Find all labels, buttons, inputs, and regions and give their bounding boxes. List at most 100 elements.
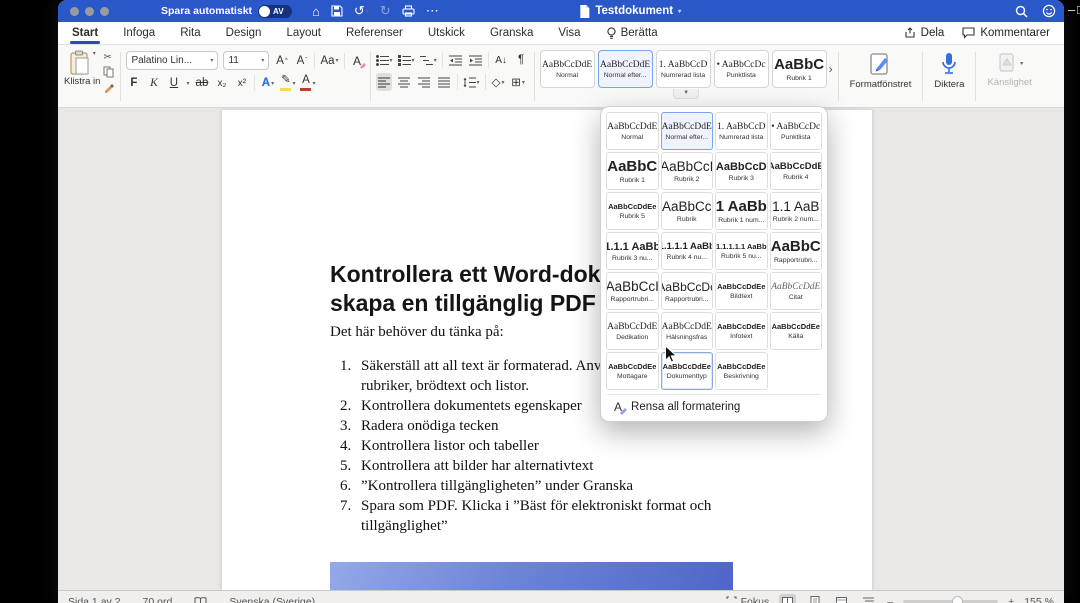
text-effects-button[interactable]: A▾ <box>260 74 275 92</box>
tab-granska[interactable]: Granska <box>490 22 533 44</box>
align-center-button[interactable] <box>397 73 412 91</box>
copy-button[interactable] <box>103 66 114 78</box>
cut-button[interactable]: ✂ <box>103 52 115 63</box>
panel-style-rubrik-4[interactable]: AaBbCcDdERubrik 4 <box>770 152 823 190</box>
view-outline-button[interactable] <box>860 594 877 603</box>
italic-button[interactable]: K <box>146 74 161 92</box>
gallery-style-numrerad-lista[interactable]: 1. AaBbCcDNumrerad lista <box>656 50 711 88</box>
comments-button[interactable]: Kommentarer <box>962 27 1050 39</box>
font-size-select[interactable]: 11▾ <box>223 51 269 70</box>
page-indicator[interactable]: Sida 1 av 2 <box>68 596 121 603</box>
search-icon[interactable] <box>1015 5 1028 18</box>
undo-button[interactable]: ↺▾ <box>354 3 369 19</box>
line-spacing-button[interactable]: ▾ <box>463 73 480 91</box>
proofing-button[interactable] <box>194 597 207 603</box>
tab-infoga[interactable]: Infoga <box>123 22 155 44</box>
zoom-slider-knob[interactable] <box>952 596 963 603</box>
align-left-button[interactable] <box>376 73 392 91</box>
panel-style-rubrik-1-num[interactable]: 1 AaBbRubrik 1 num... <box>715 192 768 230</box>
shading-button[interactable]: ◇▾ <box>491 73 506 91</box>
view-web-layout-button[interactable] <box>833 594 850 603</box>
panel-style-punktlista[interactable]: • AaBbCcDcPunktlista <box>770 112 823 150</box>
panel-style-numrerad-lista[interactable]: 1. AaBbCcDNumrerad lista <box>715 112 768 150</box>
format-pane-button[interactable]: Formatfönstret <box>844 48 918 105</box>
shrink-font-button[interactable]: Aˇ <box>294 52 309 70</box>
dictate-button[interactable]: Diktera <box>928 48 970 105</box>
panel-style-rubrik-5-nu[interactable]: 1.1.1.1.1 AaBbRubrik 5 nu... <box>715 232 768 270</box>
tab-rita[interactable]: Rita <box>180 22 200 44</box>
show-paragraph-marks-button[interactable]: ¶ <box>514 51 529 69</box>
view-reading-button[interactable] <box>779 594 796 603</box>
decrease-indent-button[interactable] <box>448 51 463 69</box>
more-commands-button[interactable]: ⋯ <box>426 3 439 19</box>
focus-button[interactable]: Fokus <box>726 596 770 603</box>
language-button[interactable]: Svenska (Sverige) <box>229 596 315 603</box>
zoom-in-button[interactable]: + <box>1008 596 1014 603</box>
numbered-list-button[interactable]: ▾ <box>398 51 415 69</box>
panel-style-rubrik-4-nu[interactable]: 1.1.1.1 AaBbRubrik 4 nu... <box>661 232 714 270</box>
tab-referenser[interactable]: Referenser <box>346 22 403 44</box>
panel-style-normal-efter[interactable]: AaBbCcDdENormal efter... <box>661 112 714 150</box>
sensitivity-button[interactable]: ▾ Känslighet <box>981 48 1037 105</box>
tab-start[interactable]: Start <box>72 22 98 44</box>
font-name-select[interactable]: Palatino Lin...▾ <box>126 51 218 70</box>
word-count[interactable]: 70 ord <box>143 596 173 603</box>
zoom-level[interactable]: 155 % <box>1024 596 1054 603</box>
panel-style-dedikation[interactable]: AaBbCcDdEDedikation <box>606 312 659 350</box>
bold-button[interactable]: F <box>126 74 141 92</box>
minimize-button[interactable] <box>85 7 94 16</box>
panel-style-rubrik-2-num[interactable]: 1.1 AaBRubrik 2 num... <box>770 192 823 230</box>
tab-visa[interactable]: Visa <box>558 22 580 44</box>
print-button[interactable] <box>402 5 415 17</box>
close-button[interactable] <box>70 7 79 16</box>
gallery-scroll-button[interactable]: › <box>829 62 833 76</box>
tab-utskick[interactable]: Utskick <box>428 22 465 44</box>
gallery-style-normal[interactable]: AaBbCcDdENormal <box>540 50 595 88</box>
panel-style-rapportrubri[interactable]: AaBbCcDcRapportrubri... <box>661 272 714 310</box>
panel-style-rapportrubri[interactable]: AaBbCcIRapportrubri... <box>606 272 659 310</box>
panel-style-infotext[interactable]: AaBbCcDdEeInfotext <box>715 312 768 350</box>
panel-style-bildtext[interactable]: AaBbCcDdEeBildtext <box>715 272 768 310</box>
format-painter-button[interactable] <box>103 81 115 93</box>
strikethrough-button[interactable]: ab <box>194 74 209 92</box>
panel-style-rubrik[interactable]: AaBbCcRubrik <box>661 192 714 230</box>
feedback-smiley-icon[interactable] <box>1042 4 1056 18</box>
panel-style-rapportrubri[interactable]: AaBbCRapportrubri... <box>770 232 823 270</box>
highlight-button[interactable]: ✎▾ <box>280 74 295 92</box>
panel-style-mottagare[interactable]: AaBbCcDdEeMottagare <box>606 352 659 390</box>
panel-style-rubrik-2[interactable]: AaBbCcIRubrik 2 <box>661 152 714 190</box>
clear-formatting-button[interactable]: A <box>350 52 365 70</box>
increase-indent-button[interactable] <box>468 51 483 69</box>
gallery-style-normal-efter[interactable]: AaBbCcDdENormal efter... <box>598 50 653 88</box>
panel-style-citat[interactable]: AaBbCcDdECitat <box>770 272 823 310</box>
tab-layout[interactable]: Layout <box>286 22 321 44</box>
align-right-button[interactable] <box>417 73 432 91</box>
tab-berätta[interactable]: Berätta <box>606 22 658 44</box>
multilevel-list-button[interactable]: ▾ <box>420 51 437 69</box>
underline-button[interactable]: U <box>166 74 181 92</box>
superscript-button[interactable]: x² <box>234 74 249 92</box>
panel-style-rubrik-1[interactable]: AaBbCRubrik 1 <box>606 152 659 190</box>
panel-style-beskrivning[interactable]: AaBbCcDdEeBeskrivning <box>715 352 768 390</box>
autosave-toggle[interactable]: AV <box>258 5 292 18</box>
sort-button[interactable]: A↓ <box>494 51 509 69</box>
panel-style-normal[interactable]: AaBbCcDdENormal <box>606 112 659 150</box>
styles-expand-button[interactable]: ▼ <box>673 89 699 99</box>
gallery-style-punktlista[interactable]: • AaBbCcDcPunktlista <box>714 50 769 88</box>
view-print-layout-button[interactable] <box>806 594 823 603</box>
clear-all-formatting-button[interactable]: A Rensa all formatering <box>606 395 822 418</box>
document-title-menu[interactable]: Testdokument ▾ <box>579 5 681 18</box>
save-button[interactable] <box>331 5 343 17</box>
zoom-out-button[interactable]: – <box>887 596 893 603</box>
document-image[interactable] <box>330 562 733 590</box>
bullet-list-button[interactable]: ▾ <box>376 51 393 69</box>
subscript-button[interactable]: x₂ <box>214 74 229 92</box>
redo-button[interactable]: ↻ <box>380 3 391 19</box>
grow-font-button[interactable]: A^ <box>274 52 289 70</box>
panel-style-rubrik-3[interactable]: AaBbCcDRubrik 3 <box>715 152 768 190</box>
borders-button[interactable]: ⊞▾ <box>511 73 526 91</box>
gallery-style-rubrik-1[interactable]: AaBbCRubrik 1 <box>772 50 827 88</box>
share-button[interactable]: Dela <box>904 27 945 39</box>
paste-button[interactable]: ▾ Klistra in <box>64 50 100 105</box>
font-color-button[interactable]: A▾ <box>300 74 315 92</box>
